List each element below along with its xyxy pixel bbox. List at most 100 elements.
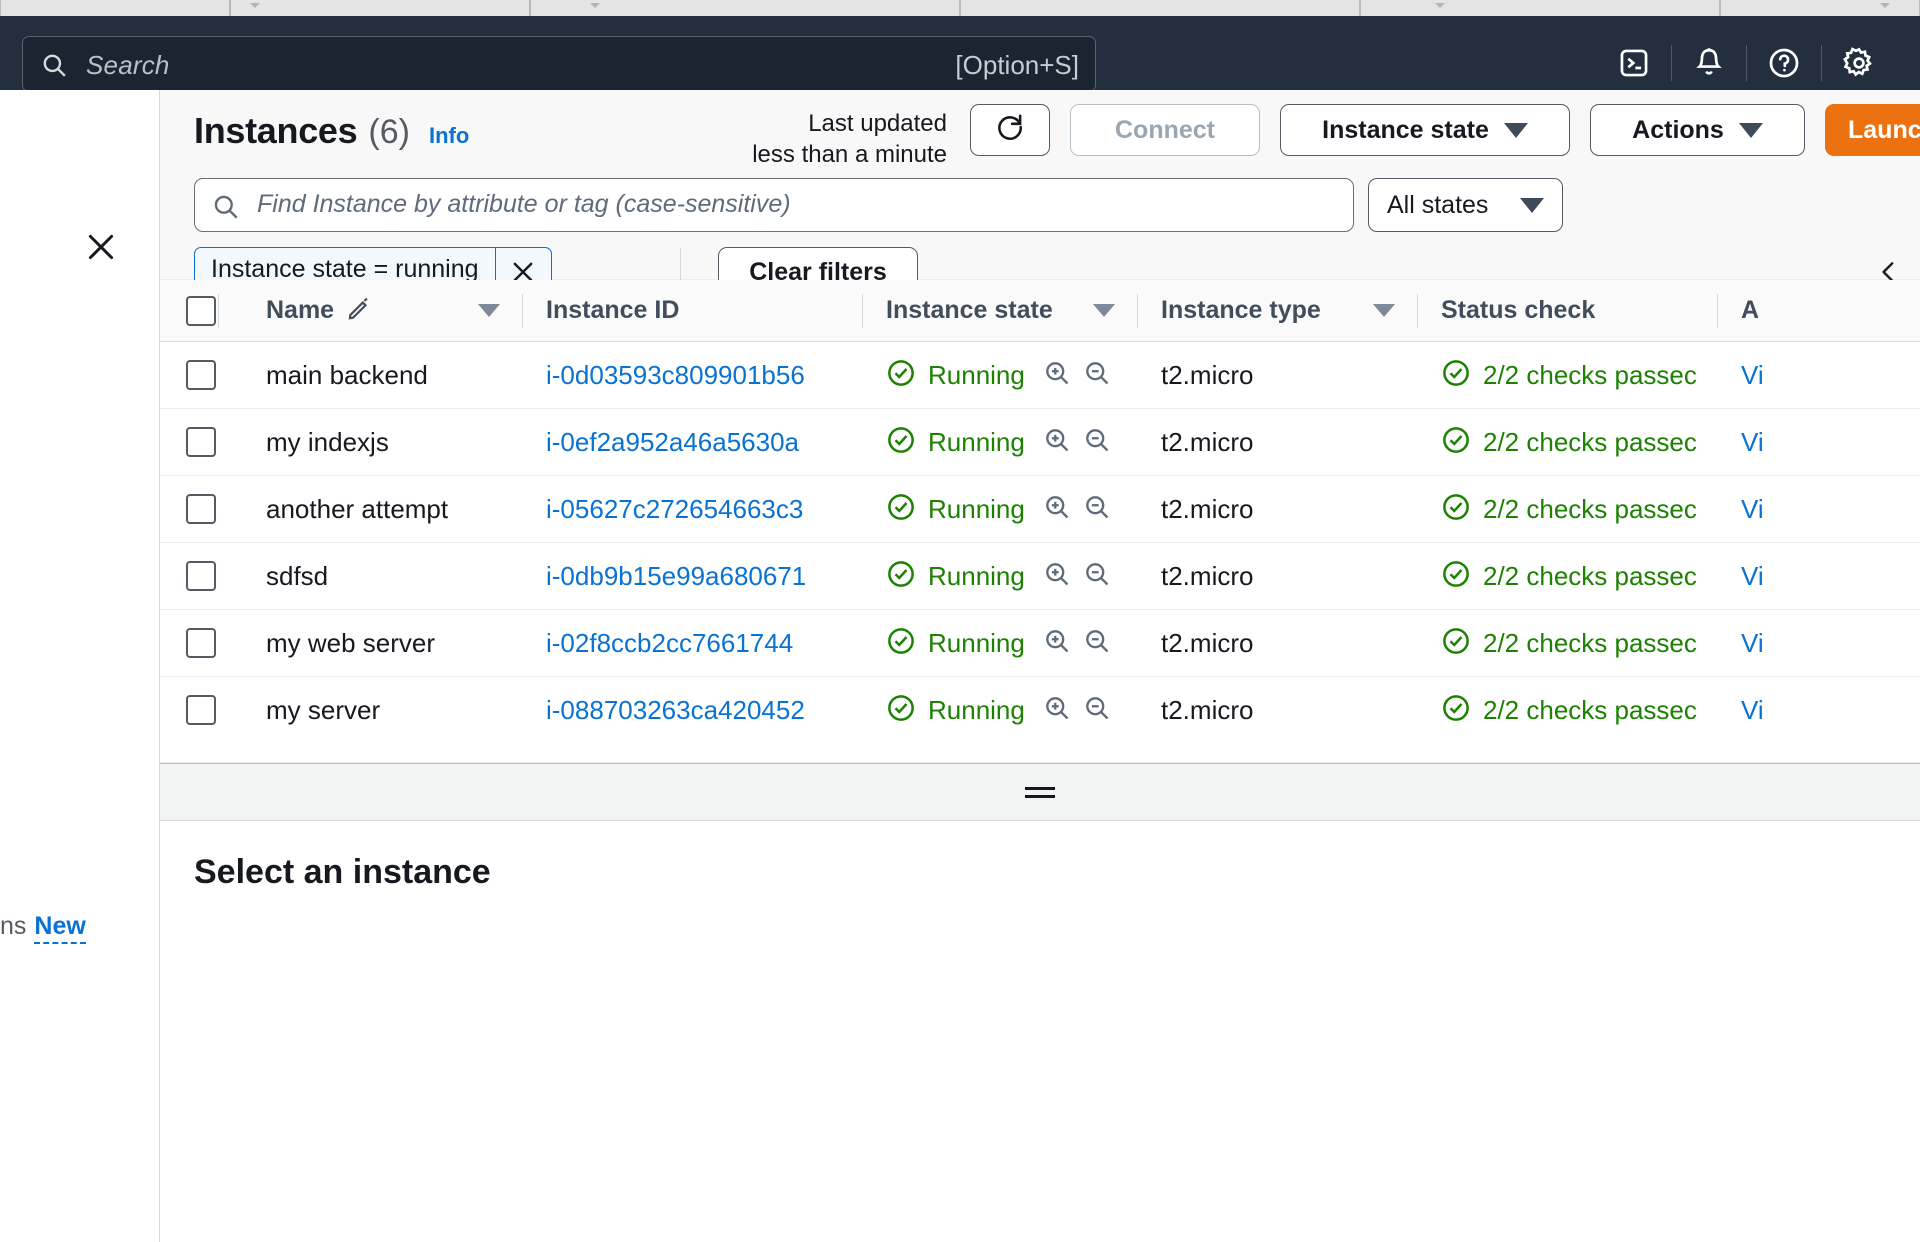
instance-state-dropdown[interactable]: Instance state (1280, 104, 1570, 156)
notifications-bell-icon[interactable] (1672, 36, 1746, 90)
cell-instance-id[interactable]: i-05627c272654663c3 (522, 476, 862, 542)
table-row[interactable]: sdfsd i-0db9b15e99a680671 Running t2.mic… (160, 543, 1920, 610)
cell-instance-state: Running (862, 610, 1137, 676)
alarm-link[interactable]: Vi (1741, 494, 1764, 525)
column-header-instance-id: Instance ID (522, 280, 862, 341)
zoom-out-icon[interactable] (1083, 426, 1111, 459)
instance-id-link[interactable]: i-088703263ca420452 (546, 695, 805, 726)
close-icon[interactable] (84, 230, 118, 264)
connect-button[interactable]: Connect (1070, 104, 1260, 156)
table-row[interactable]: my web server i-02f8ccb2cc7661744 Runnin… (160, 610, 1920, 677)
cell-status-check: 2/2 checks passec (1417, 677, 1717, 743)
zoom-in-icon[interactable] (1043, 359, 1071, 392)
alarm-link[interactable]: Vi (1741, 695, 1764, 726)
zoom-out-icon[interactable] (1083, 627, 1111, 660)
row-checkbox[interactable] (186, 427, 216, 457)
row-checkbox[interactable] (186, 494, 216, 524)
cell-alarm: Vi (1717, 677, 1917, 743)
cell-name: my web server (242, 610, 522, 676)
cell-alarm: Vi (1717, 342, 1917, 408)
sort-caret-icon[interactable] (1093, 304, 1115, 317)
zoom-in-icon[interactable] (1043, 560, 1071, 593)
edit-pencil-icon[interactable] (346, 295, 372, 326)
column-header-status-check: Status check (1417, 280, 1717, 341)
instance-state-text: Running (928, 426, 1025, 457)
drag-handle-icon[interactable] (1025, 785, 1055, 799)
check-circle-icon (886, 693, 916, 728)
column-header-name[interactable]: Name (218, 280, 522, 341)
help-question-icon[interactable] (1747, 36, 1821, 90)
instance-detail-pane: Select an instance (160, 821, 1920, 1242)
row-checkbox[interactable] (186, 360, 216, 390)
instance-id-link[interactable]: i-0d03593c809901b56 (546, 360, 805, 391)
row-checkbox[interactable] (186, 695, 216, 725)
check-circle-icon (1441, 492, 1471, 527)
row-checkbox[interactable] (186, 628, 216, 658)
check-circle-icon (1441, 559, 1471, 594)
column-header-instance-type[interactable]: Instance type (1137, 280, 1417, 341)
settings-gear-icon[interactable] (1822, 36, 1896, 90)
cell-instance-id[interactable]: i-0d03593c809901b56 (522, 342, 862, 408)
check-circle-icon (886, 626, 916, 661)
column-header-instance-state-label: Instance state (886, 296, 1053, 324)
strip-segment (1360, 0, 1720, 16)
column-header-status-check-label: Status check (1441, 296, 1596, 324)
cell-alarm: Vi (1717, 409, 1917, 475)
cell-instance-id[interactable]: i-02f8ccb2cc7661744 (522, 610, 862, 676)
zoom-in-icon[interactable] (1043, 627, 1071, 660)
panel-splitter[interactable] (160, 763, 1920, 821)
alarm-link[interactable]: Vi (1741, 628, 1764, 659)
left-nav-rail: ns New (0, 90, 160, 1242)
table-row[interactable]: my server i-088703263ca420452 Running t2… (160, 677, 1920, 744)
instance-id-link[interactable]: i-02f8ccb2cc7661744 (546, 628, 793, 659)
cell-instance-id[interactable]: i-0ef2a952a46a5630a (522, 409, 862, 475)
table-header-row: Name Instance ID Instance state Instance… (160, 280, 1920, 342)
select-all-checkbox[interactable] (186, 295, 216, 326)
instance-type-text: t2.micro (1161, 694, 1254, 725)
launch-instance-button[interactable]: Launch in (1825, 104, 1920, 156)
actions-dropdown[interactable]: Actions (1590, 104, 1805, 156)
zoom-out-icon[interactable] (1083, 694, 1111, 727)
alarm-link[interactable]: Vi (1741, 561, 1764, 592)
instance-id-link[interactable]: i-0ef2a952a46a5630a (546, 427, 799, 458)
sidebar-new-badge[interactable]: New (34, 912, 86, 944)
strip-segment (960, 0, 1360, 16)
cell-instance-id[interactable]: i-088703263ca420452 (522, 677, 862, 743)
table-row[interactable]: another attempt i-05627c272654663c3 Runn… (160, 476, 1920, 543)
alarm-link[interactable]: Vi (1741, 427, 1764, 458)
cell-instance-type: t2.micro (1137, 543, 1417, 609)
sidebar-item-fragment[interactable]: ns New (0, 912, 152, 944)
chevron-down-icon (250, 3, 260, 8)
sort-caret-icon[interactable] (1373, 304, 1395, 317)
cell-instance-id[interactable]: i-0db9b15e99a680671 (522, 543, 862, 609)
instance-state-text: Running (928, 694, 1025, 725)
zoom-out-icon[interactable] (1083, 560, 1111, 593)
all-states-dropdown[interactable]: All states (1368, 178, 1563, 232)
refresh-button[interactable] (970, 104, 1050, 156)
instance-id-link[interactable]: i-05627c272654663c3 (546, 494, 803, 525)
instance-type-text: t2.micro (1161, 493, 1254, 524)
row-select-cell (160, 476, 242, 542)
zoom-out-icon[interactable] (1083, 493, 1111, 526)
cloudshell-icon[interactable] (1597, 36, 1671, 90)
zoom-in-icon[interactable] (1043, 694, 1071, 727)
zoom-in-icon[interactable] (1043, 493, 1071, 526)
column-header-instance-state[interactable]: Instance state (862, 280, 1137, 341)
column-divider (1417, 294, 1418, 328)
cell-name-text: main backend (266, 359, 428, 390)
global-search-input[interactable]: Search [Option+S] (22, 36, 1096, 92)
instance-id-link[interactable]: i-0db9b15e99a680671 (546, 561, 806, 592)
sort-caret-icon[interactable] (478, 304, 500, 317)
zoom-out-icon[interactable] (1083, 359, 1111, 392)
table-row[interactable]: my indexjs i-0ef2a952a46a5630a Running t… (160, 409, 1920, 476)
chevron-down-icon (1880, 3, 1890, 8)
zoom-in-icon[interactable] (1043, 426, 1071, 459)
alarm-link[interactable]: Vi (1741, 360, 1764, 391)
row-checkbox[interactable] (186, 561, 216, 591)
instance-filter-input[interactable]: Find Instance by attribute or tag (case-… (194, 178, 1354, 232)
table-row[interactable]: main backend i-0d03593c809901b56 Running (160, 342, 1920, 409)
row-select-cell (160, 342, 242, 408)
actions-dropdown-label: Actions (1632, 115, 1724, 144)
column-header-alarm: A (1717, 280, 1917, 341)
info-link[interactable]: Info (429, 123, 469, 149)
